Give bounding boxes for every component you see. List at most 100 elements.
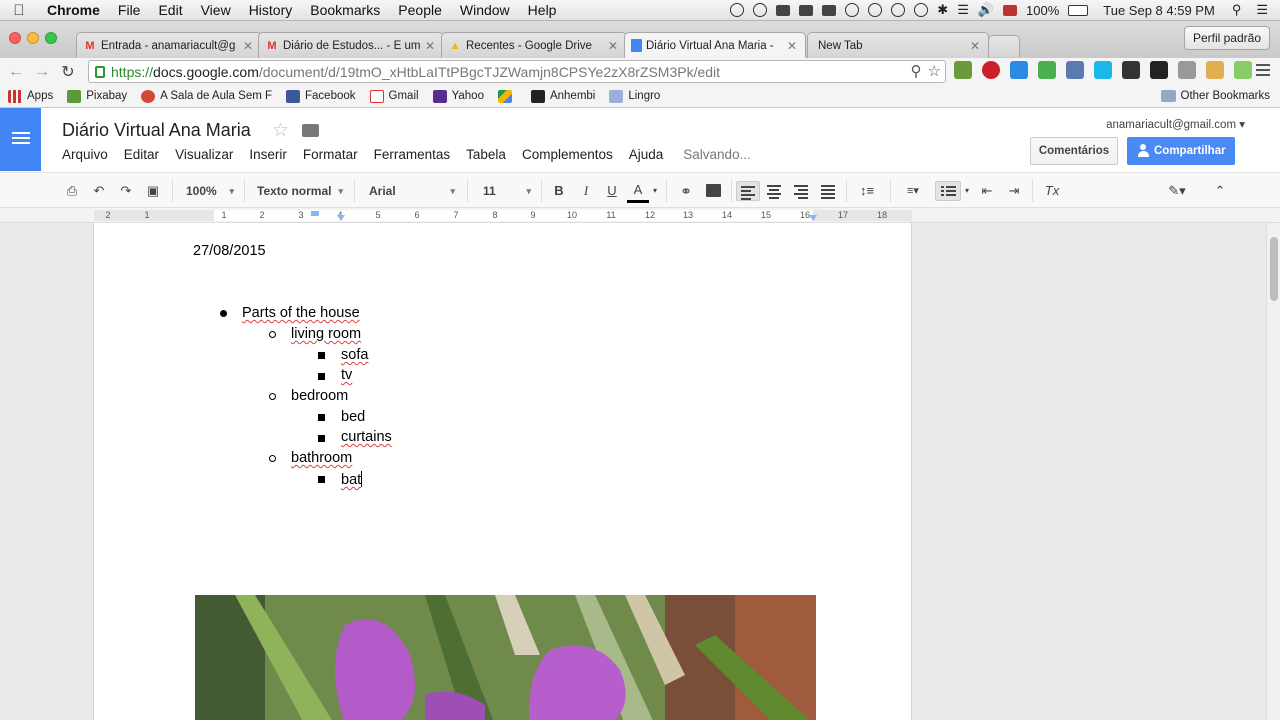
profile-button[interactable]: Perfil padrão [1183, 26, 1270, 50]
document-title[interactable]: Diário Virtual Ana Maria [62, 120, 251, 141]
orchid-photo[interactable] [195, 595, 816, 720]
zoom-window-icon[interactable] [45, 32, 57, 44]
close-tab-icon[interactable]: ✕ [787, 39, 797, 53]
redo-icon[interactable]: ↷ [116, 181, 136, 201]
minimize-window-icon[interactable] [27, 32, 39, 44]
tab-diario-virtual[interactable]: Diário Virtual Ana Maria - ✕ [624, 32, 806, 58]
save-ext-icon[interactable] [1038, 61, 1056, 79]
pinterest-ext-icon[interactable] [982, 61, 1000, 79]
pocket-ext-icon[interactable] [1122, 61, 1140, 79]
palette-ext-icon[interactable] [1234, 61, 1252, 79]
menu-inserir[interactable]: Inserir [249, 147, 287, 162]
close-tab-icon[interactable]: ✕ [970, 39, 980, 53]
wifi-icon[interactable]: ☰ [957, 2, 969, 18]
new-tab-button[interactable] [988, 35, 1020, 57]
record-icon[interactable] [730, 3, 745, 17]
close-tab-icon[interactable]: ✕ [243, 39, 253, 53]
reload-icon[interactable]: ↻ [55, 62, 81, 82]
address-bar[interactable]: https://docs.google.com/document/d/19tmO… [88, 60, 946, 83]
bookmark-star-icon[interactable]: ☆ [928, 62, 941, 80]
tab-gmail-inbox[interactable]: M Entrada - anamariacult@g ✕ [76, 32, 262, 58]
menu-complementos[interactable]: Complementos [522, 147, 613, 162]
menu-edit[interactable]: Edit [149, 2, 191, 18]
docs-home-icon[interactable] [0, 108, 41, 171]
spotlight-icon[interactable]: ⚲ [1232, 2, 1242, 18]
align-right-button[interactable] [790, 181, 812, 201]
left-indent-marker-icon[interactable] [337, 215, 345, 221]
close-tab-icon[interactable]: ✕ [425, 39, 435, 53]
line-spacing-icon[interactable]: ↕≡ [852, 181, 882, 201]
dropbox-icon[interactable] [776, 4, 791, 16]
bold-button[interactable]: B [549, 181, 569, 201]
bookmark-drive[interactable] [497, 89, 517, 103]
vertical-scrollbar[interactable] [1266, 223, 1280, 720]
document-page[interactable]: 27/08/2015 Parts of the house living roo… [93, 223, 912, 720]
forward-icon[interactable]: → [29, 63, 55, 81]
bookmark-anhembi[interactable]: Anhembi [530, 89, 595, 103]
evernote-icon[interactable] [822, 4, 837, 16]
bookmark-yahoo[interactable]: Yahoo [432, 89, 484, 103]
send-ext-icon[interactable] [1066, 61, 1084, 79]
sync-icon[interactable] [753, 3, 768, 17]
menu-formatar[interactable]: Formatar [303, 147, 358, 162]
underline-button[interactable]: U [602, 181, 622, 201]
justify-button[interactable] [817, 181, 839, 201]
right-indent-marker-icon[interactable] [809, 215, 817, 221]
tab-google-drive[interactable]: ▲ Recentes - Google Drive ✕ [441, 32, 627, 58]
tab-diario-estudos[interactable]: M Diário de Estudos... - É um ✕ [258, 32, 444, 58]
flag-icon[interactable] [1003, 4, 1018, 16]
style-select[interactable]: Texto normal [257, 181, 343, 201]
text-color-dropdown-icon[interactable]: ▾ [651, 181, 659, 201]
menu-file[interactable]: File [109, 2, 150, 18]
notification-icon[interactable] [868, 3, 883, 17]
time-machine-icon[interactable] [914, 3, 929, 17]
podcast-icon[interactable] [845, 3, 860, 17]
chrome-menu-icon[interactable] [1256, 61, 1270, 79]
menu-people[interactable]: People [389, 2, 451, 18]
close-window-icon[interactable] [9, 32, 21, 44]
menu-app-name[interactable]: Chrome [38, 2, 109, 18]
close-tab-icon[interactable]: ✕ [608, 39, 618, 53]
align-left-button[interactable] [736, 181, 760, 201]
clear-formatting-button[interactable]: Tx [1040, 181, 1064, 201]
comments-button[interactable]: Comentários [1030, 137, 1118, 165]
font-size-select[interactable]: 11 [483, 181, 531, 201]
menu-bookmarks[interactable]: Bookmarks [301, 2, 389, 18]
print-icon[interactable]: ⎙ [62, 181, 82, 201]
volume-icon[interactable]: 🔊 [978, 2, 994, 18]
menu-ajuda[interactable]: Ajuda [629, 147, 664, 162]
numbered-list-icon[interactable]: ≡▾ [898, 181, 928, 201]
menu-visualizar[interactable]: Visualizar [175, 147, 233, 162]
menu-arquivo[interactable]: Arquivo [62, 147, 108, 162]
zoom-icon[interactable]: ⚲ [911, 62, 922, 80]
increase-indent-icon[interactable]: ⇥ [1003, 181, 1025, 201]
menu-tabela[interactable]: Tabela [466, 147, 506, 162]
back-icon[interactable]: ← [3, 63, 29, 81]
cloud-icon[interactable] [799, 4, 814, 16]
bookmark-pixabay[interactable]: Pixabay [67, 89, 127, 103]
undo-icon[interactable]: ↶ [89, 181, 109, 201]
battery-label[interactable]: 100% [1026, 3, 1059, 18]
editing-mode-pencil-icon[interactable]: ✎▾ [1162, 181, 1192, 201]
text-color-button[interactable]: A [627, 181, 649, 203]
account-email[interactable]: anamariacult@gmail.com ▾ [1106, 117, 1245, 131]
bulleted-list-button[interactable] [935, 181, 961, 201]
bluetooth-icon[interactable]: ✱ [937, 2, 948, 18]
scrollbar-thumb[interactable] [1270, 237, 1278, 301]
menu-editar[interactable]: Editar [124, 147, 159, 162]
bulleted-list-dropdown-icon[interactable]: ▾ [962, 181, 972, 201]
font-select[interactable]: Arial [369, 181, 455, 201]
italic-button[interactable]: I [576, 181, 596, 201]
decrease-indent-icon[interactable]: ⇤ [976, 181, 998, 201]
bookmark-gmail[interactable]: Gmail [369, 89, 419, 103]
collapse-menus-icon[interactable]: ⌃ [1210, 181, 1230, 201]
menu-window[interactable]: Window [451, 2, 519, 18]
notification-center-icon[interactable]: ☰ [1256, 2, 1268, 18]
paint-format-icon[interactable]: ▣ [143, 181, 163, 201]
hand-ext-icon[interactable] [1206, 61, 1224, 79]
comment-icon[interactable] [703, 181, 723, 201]
vimeo-ext-icon[interactable] [1094, 61, 1112, 79]
zoom-select[interactable]: 100% [186, 181, 234, 201]
diigo-ext-icon[interactable] [1010, 61, 1028, 79]
move-folder-icon[interactable] [302, 124, 319, 137]
